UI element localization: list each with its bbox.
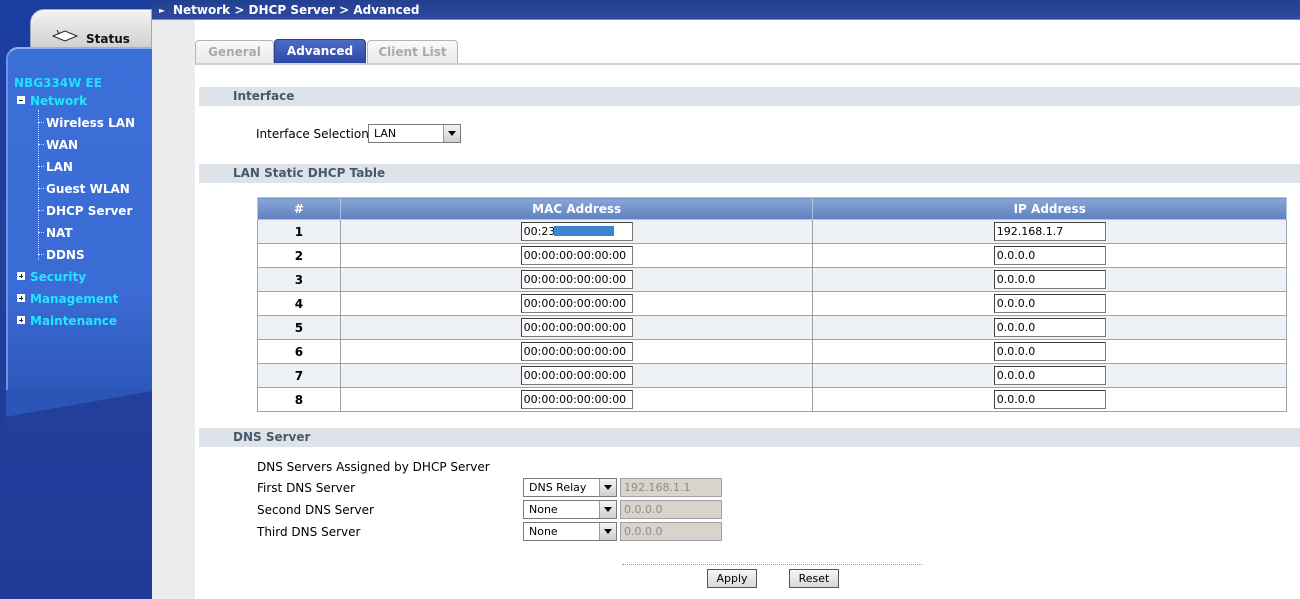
second-dns-address-input: 0.0.0.0 [620, 500, 722, 519]
ip-address-input[interactable]: 0.0.0.0 [993, 366, 1106, 385]
ip-address-input[interactable]: 0.0.0.0 [993, 270, 1106, 289]
tab-client-list[interactable]: Client List [367, 40, 458, 64]
tree-line [38, 110, 39, 260]
sidebar-item-nat[interactable]: NAT [46, 226, 73, 240]
ip-address-input[interactable]: 0.0.0.0 [993, 294, 1106, 313]
sidebar-item-ddns[interactable]: DDNS [46, 248, 85, 262]
chevron-down-icon[interactable] [599, 501, 616, 518]
table-row: 6 00:00:00:00:00:00 0.0.0.0 [257, 339, 1287, 364]
chevron-down-icon[interactable] [599, 523, 616, 540]
mac-address-input[interactable]: 00:00:00:00:00:00 [520, 318, 633, 337]
ip-address-input[interactable]: 0.0.0.0 [993, 318, 1106, 337]
collapse-icon[interactable] [17, 96, 25, 104]
sidebar-item-network[interactable]: Network [30, 94, 87, 108]
sidebar-item-maintenance[interactable]: Maintenance [30, 314, 117, 328]
sidebar-item-wan[interactable]: WAN [46, 138, 78, 152]
third-dns-address-input: 0.0.0.0 [620, 522, 722, 541]
ip-address-input[interactable]: 0.0.0.0 [993, 342, 1106, 361]
sidebar-item-guest-wlan[interactable]: Guest WLAN [46, 182, 130, 196]
table-row: 7 00:00:00:00:00:00 0.0.0.0 [257, 363, 1287, 388]
mac-address-input[interactable]: 00:00:00:00:00:00 [520, 390, 633, 409]
dns-assigned-label: DNS Servers Assigned by DHCP Server [257, 460, 490, 474]
redaction-bar [553, 226, 614, 236]
interface-selection-label: Interface Selection [256, 127, 369, 141]
section-interface: Interface [199, 87, 1300, 106]
chevron-down-icon[interactable] [443, 125, 460, 142]
column-header-mac: MAC Address [339, 197, 814, 220]
sidebar-item-lan[interactable]: LAN [46, 160, 73, 174]
divider [622, 564, 922, 565]
ip-address-input[interactable]: 0.0.0.0 [993, 246, 1106, 265]
expand-icon[interactable] [17, 272, 25, 280]
mac-address-input[interactable]: 00:00:00:00:00:00 [520, 294, 633, 313]
ip-address-input[interactable]: 0.0.0.0 [993, 390, 1106, 409]
mac-address-input[interactable]: 00:23: [520, 222, 633, 241]
arrow-icon: ► [159, 6, 166, 15]
interface-select[interactable]: LAN [368, 124, 461, 143]
second-dns-label: Second DNS Server [257, 503, 374, 517]
status-label: Status [86, 32, 130, 46]
sidebar-item-wireless-lan[interactable]: Wireless LAN [46, 116, 135, 130]
tab-advanced[interactable]: Advanced [274, 39, 366, 63]
router-icon [51, 30, 79, 42]
section-static-dhcp: LAN Static DHCP Table [199, 164, 1300, 183]
table-row: 5 00:00:00:00:00:00 0.0.0.0 [257, 315, 1287, 340]
column-header-ip: IP Address [812, 197, 1287, 220]
third-dns-mode-select[interactable]: None [523, 522, 617, 541]
sidebar: Status NBG334W EE Network Wireless LAN W… [0, 0, 152, 599]
sidebar-item-dhcp-server[interactable]: DHCP Server [46, 204, 132, 218]
reset-button[interactable]: Reset [789, 569, 839, 588]
chevron-down-icon[interactable] [599, 479, 616, 496]
first-dns-mode-select[interactable]: DNS Relay [523, 478, 617, 497]
sidebar-item-management[interactable]: Management [30, 292, 118, 306]
third-dns-label: Third DNS Server [257, 525, 361, 539]
mac-address-input[interactable]: 00:00:00:00:00:00 [520, 342, 633, 361]
content-gutter [152, 20, 195, 599]
table-row: 3 00:00:00:00:00:00 0.0.0.0 [257, 267, 1287, 292]
device-model: NBG334W EE [14, 76, 102, 90]
first-dns-label: First DNS Server [257, 481, 356, 495]
section-dns-server: DNS Server [199, 428, 1300, 447]
second-dns-mode-select[interactable]: None [523, 500, 617, 519]
tab-general[interactable]: General [195, 40, 274, 64]
apply-button[interactable]: Apply [707, 569, 757, 588]
sidebar-item-security[interactable]: Security [30, 270, 86, 284]
tab-underline [195, 63, 1300, 65]
ip-address-input[interactable]: 192.168.1.7 [993, 222, 1106, 241]
table-row: 1 00:23: 192.168.1.7 [257, 219, 1287, 244]
table-row: 4 00:00:00:00:00:00 0.0.0.0 [257, 291, 1287, 316]
mac-address-input[interactable]: 00:00:00:00:00:00 [520, 246, 633, 265]
first-dns-address-input: 192.168.1.1 [620, 478, 722, 497]
column-header-number: # [257, 197, 341, 220]
table-row: 2 00:00:00:00:00:00 0.0.0.0 [257, 243, 1287, 268]
expand-icon[interactable] [17, 294, 25, 302]
expand-icon[interactable] [17, 316, 25, 324]
mac-address-input[interactable]: 00:00:00:00:00:00 [520, 366, 633, 385]
table-row: 8 00:00:00:00:00:00 0.0.0.0 [257, 387, 1287, 412]
static-dhcp-table: # MAC Address IP Address 1 00:23: 192.16… [257, 197, 1287, 412]
breadcrumb: Network > DHCP Server > Advanced [173, 3, 420, 17]
mac-address-input[interactable]: 00:00:00:00:00:00 [520, 270, 633, 289]
top-bar: ► Network > DHCP Server > Advanced [152, 0, 1300, 20]
